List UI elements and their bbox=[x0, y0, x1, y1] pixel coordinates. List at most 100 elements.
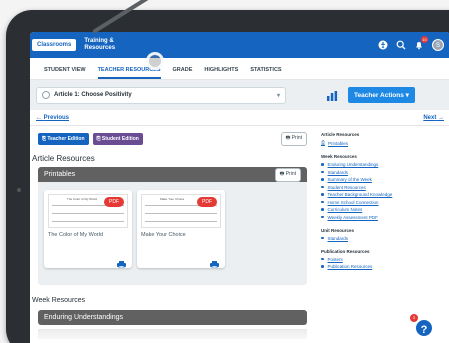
next-link[interactable]: Next → bbox=[423, 115, 444, 121]
printables-title: Printables bbox=[44, 171, 76, 178]
sidebar-link-label: Standards bbox=[327, 169, 349, 175]
printable-card[interactable]: The Color of My World PDF The Color of M… bbox=[44, 190, 132, 269]
sidebar-link[interactable]: Summary of the Week bbox=[321, 177, 440, 182]
printables-header: Printables 🖶 Print bbox=[38, 167, 307, 182]
help-button[interactable]: ? bbox=[414, 318, 434, 338]
main-column: ⎘ Teacher Edition ⎘ Student Edition 🖶 Pr… bbox=[30, 126, 315, 339]
sidebar-section-title: Publication Resources bbox=[321, 248, 370, 254]
view-tabs: STUDENT VIEW TEACHER RESOURCES GRADE HIG… bbox=[30, 58, 449, 80]
chevron-down-icon: ▾ bbox=[276, 92, 280, 99]
enduring-understandings-header[interactable]: Enduring Understandings bbox=[38, 310, 307, 325]
tab-grade[interactable]: GRADE bbox=[173, 67, 193, 79]
search-icon[interactable] bbox=[396, 40, 406, 50]
sidebar-section-title: Article Resources bbox=[321, 132, 360, 137]
sidebar-link-label: Teacher Background Knowledge bbox=[327, 192, 393, 197]
student-edition-label: Student Edition bbox=[101, 136, 139, 142]
notification-badge: 10 bbox=[421, 36, 428, 43]
article-select[interactable]: Article 1: Choose Positivity ▾ bbox=[36, 86, 286, 104]
printables-cards: The Color of My World PDF The Color of M… bbox=[38, 182, 307, 276]
teacher-edition-button[interactable]: ⎘ Teacher Edition bbox=[38, 133, 89, 145]
printable-thumbnail: The Color of My World PDF bbox=[48, 194, 128, 228]
sidebar-link-label: Student Resources bbox=[327, 184, 366, 190]
printable-thumbnail: Make Your Choice PDF bbox=[141, 194, 221, 228]
next-label: Next bbox=[423, 114, 437, 121]
sidebar-section-title: Week Resources bbox=[321, 154, 357, 159]
sidebar-article-resources: Article Resources ⎙ Printables bbox=[321, 132, 440, 146]
training-resources-label: Training & Resources bbox=[84, 38, 116, 51]
edition-buttons: ⎘ Teacher Edition ⎘ Student Edition 🖶 Pr… bbox=[38, 132, 307, 146]
week-resources-heading: Week Resources bbox=[32, 297, 86, 304]
sidebar-link[interactable]: Standards bbox=[321, 236, 440, 241]
previous-link[interactable]: ← Previous bbox=[36, 115, 69, 121]
teacher-edition-label: Teacher Edition bbox=[47, 136, 85, 142]
print-label: Print bbox=[291, 135, 302, 141]
printables-print-button[interactable]: 🖶 Print bbox=[274, 167, 301, 182]
printables-print-label: Print bbox=[285, 170, 296, 177]
sidebar-link-label: Posters bbox=[327, 256, 343, 262]
sidebar-link[interactable]: Student Resources bbox=[321, 185, 440, 190]
article-resources-heading: Article Resources bbox=[32, 154, 95, 163]
enduring-understandings-title: Enduring Understandings bbox=[44, 314, 123, 321]
article-nav: ← Previous Next → bbox=[30, 110, 449, 126]
sidebar-link-printables[interactable]: ⎙ Printables bbox=[321, 140, 440, 146]
tablet-frame: Classrooms Training & Resources 10 S STU… bbox=[6, 10, 449, 343]
teacher-actions-label: Teacher Actions bbox=[354, 92, 404, 99]
printables-icon: ⎙ bbox=[321, 140, 326, 146]
sidebar-link-label: Home School Connection bbox=[327, 199, 379, 205]
help-badge: 1 bbox=[410, 314, 418, 322]
content-area: ⎘ Teacher Edition ⎘ Student Edition 🖶 Pr… bbox=[30, 126, 449, 339]
sidebar-link-label: Weekly Assessment PDF bbox=[327, 214, 378, 220]
app-bar-actions: 10 S bbox=[378, 36, 444, 51]
print-icon[interactable] bbox=[210, 255, 219, 269]
pdf-badge: PDF bbox=[197, 197, 217, 207]
pointer-indicator bbox=[146, 52, 164, 70]
sidebar-link[interactable]: Posters bbox=[321, 257, 440, 262]
teacher-actions-button[interactable]: Teacher Actions ▾ bbox=[348, 87, 415, 103]
chevron-down-icon: ▾ bbox=[405, 92, 409, 99]
sidebar-link[interactable]: Home School Connection bbox=[321, 200, 440, 205]
avatar[interactable]: S bbox=[432, 39, 444, 51]
sidebar-link[interactable]: Standards bbox=[321, 170, 440, 175]
sidebar-link-label: Enduring Understandings bbox=[327, 162, 379, 167]
sidebar-link-label: Printables bbox=[328, 140, 349, 146]
tablet-camera bbox=[17, 188, 21, 192]
sidebar-link[interactable]: Publication Resources bbox=[321, 264, 440, 269]
sidebar-link[interactable]: Weekly Assessment PDF bbox=[321, 215, 440, 220]
print-button[interactable]: 🖶 Print bbox=[280, 132, 307, 146]
sidebar-link[interactable]: Teacher Background Knowledge bbox=[321, 192, 440, 197]
accessibility-icon[interactable] bbox=[378, 40, 388, 50]
sidebar-link-label: Summary of the Week bbox=[327, 177, 372, 182]
printable-card[interactable]: Make Your Choice PDF Make Your Choice bbox=[137, 190, 225, 269]
sidebar-link[interactable]: Curriculum Notes bbox=[321, 207, 440, 212]
sidebar-link-label: Curriculum Notes bbox=[327, 207, 363, 212]
article-select-value: Article 1: Choose Positivity bbox=[54, 92, 132, 98]
sidebar-unit-resources: Unit Resources Standards bbox=[321, 228, 440, 241]
tab-student-view[interactable]: STUDENT VIEW bbox=[44, 67, 86, 79]
printable-title: Make Your Choice bbox=[141, 232, 186, 238]
student-edition-button[interactable]: ⎘ Student Edition bbox=[92, 133, 143, 145]
progress-circle-icon bbox=[42, 91, 50, 99]
sidebar-publication-resources: Publication Resources Posters Publicatio… bbox=[321, 248, 440, 269]
tab-highlights[interactable]: HIGHLIGHTS bbox=[204, 67, 238, 79]
printables-panel: Printables 🖶 Print The Color of My World… bbox=[38, 167, 307, 285]
sidebar-link-label: Standards bbox=[327, 235, 349, 241]
faded-content bbox=[38, 329, 307, 339]
article-toolbar: Article 1: Choose Positivity ▾ Teacher A… bbox=[30, 80, 449, 110]
bar-chart-icon[interactable] bbox=[326, 89, 338, 101]
resources-sidebar: Article Resources ⎙ Printables Week Resou… bbox=[315, 126, 440, 339]
top-app-bar: Classrooms Training & Resources 10 S bbox=[30, 32, 449, 58]
tablet-screen: Classrooms Training & Resources 10 S STU… bbox=[30, 32, 449, 343]
tab-statistics[interactable]: STATISTICS bbox=[250, 67, 281, 79]
previous-label: Previous bbox=[43, 114, 70, 121]
printable-title: The Color of My World bbox=[48, 232, 103, 238]
bell-icon[interactable]: 10 bbox=[414, 36, 428, 50]
pdf-badge: PDF bbox=[104, 197, 124, 207]
stage: Classrooms Training & Resources 10 S STU… bbox=[0, 0, 449, 343]
sidebar-week-resources: Week Resources Enduring Understandings S… bbox=[321, 154, 440, 220]
print-icon[interactable] bbox=[117, 255, 126, 269]
sidebar-link-label: Publication Resources bbox=[327, 264, 373, 269]
classrooms-button[interactable]: Classrooms bbox=[32, 39, 77, 51]
sidebar-link[interactable]: Enduring Understandings bbox=[321, 162, 440, 167]
training-resources-link[interactable]: Training & Resources bbox=[84, 38, 132, 52]
sidebar-section-title: Unit Resources bbox=[321, 227, 355, 233]
